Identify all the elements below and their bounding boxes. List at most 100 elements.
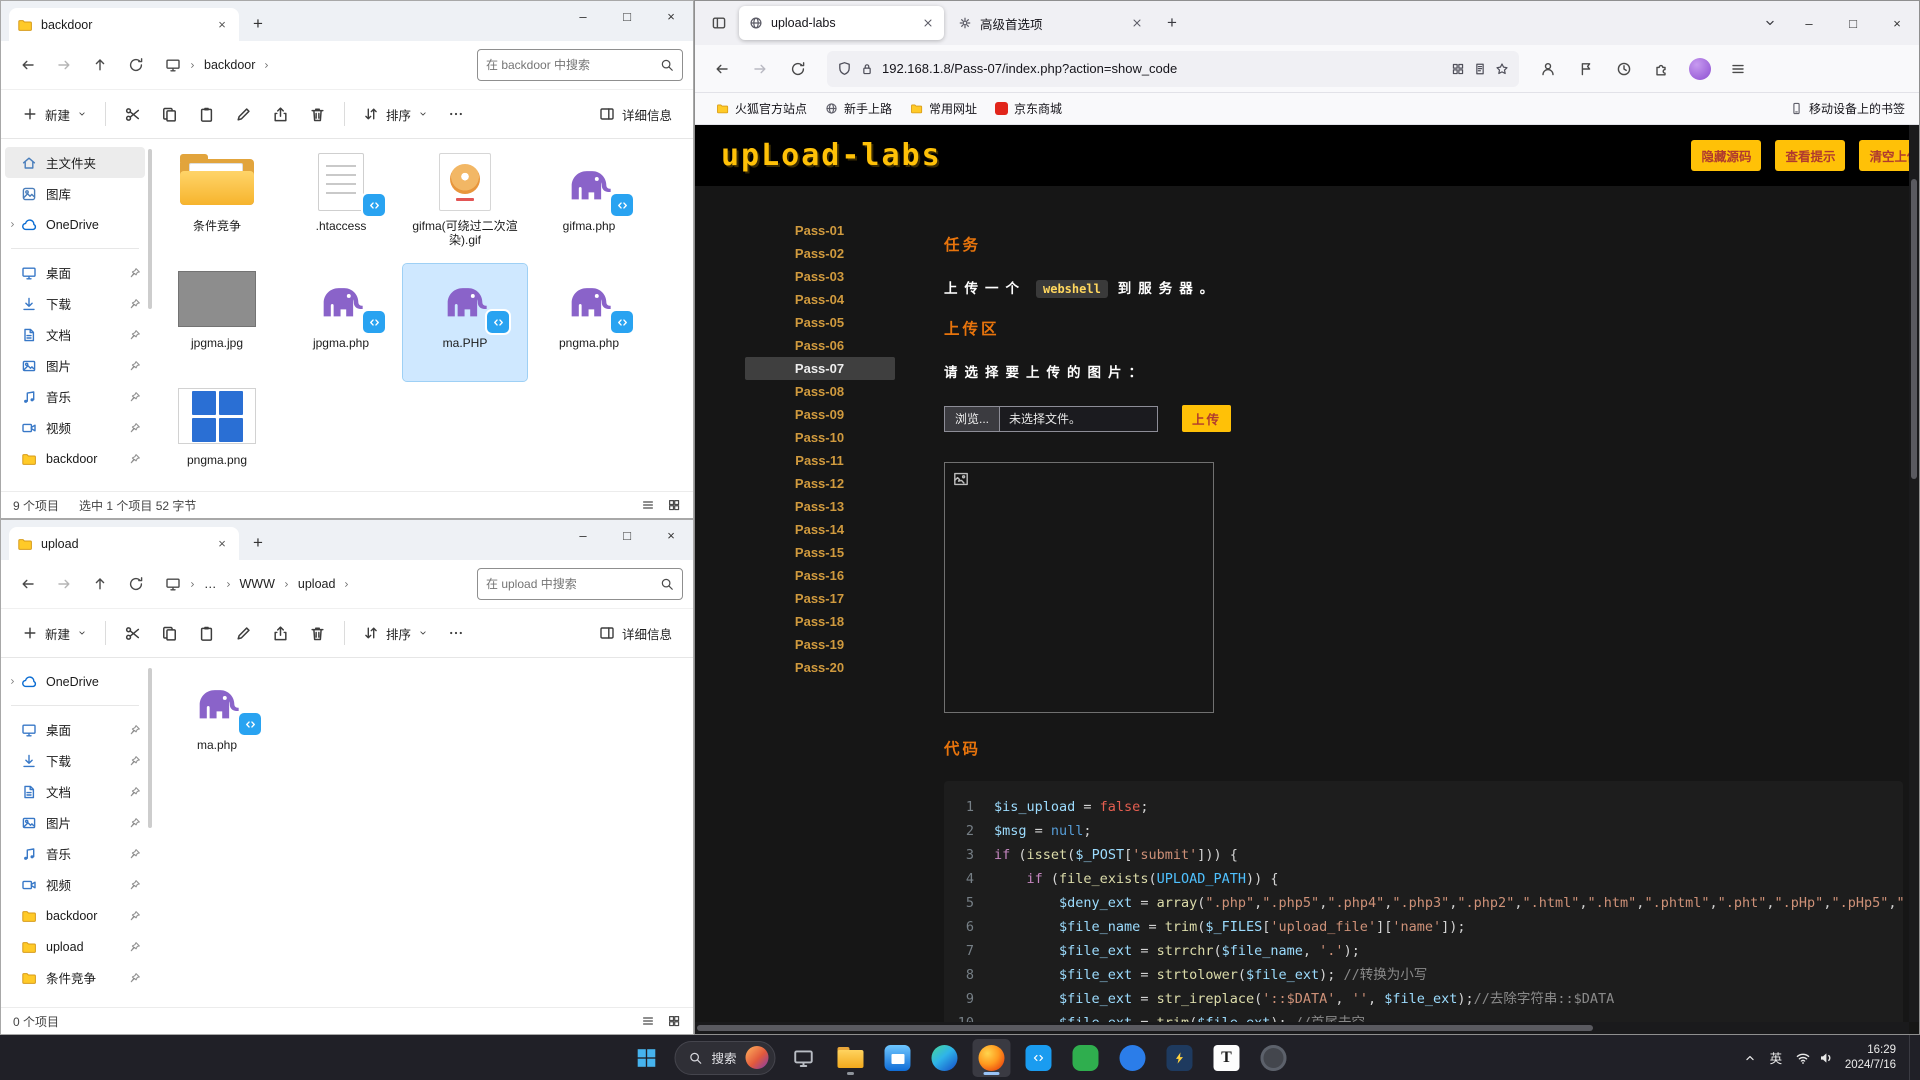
file-gifma(可绕过二次渲染).gif[interactable]: gifma(可绕过二次渲染).gif: [403, 147, 527, 264]
sidebar-item-backdoor[interactable]: backdoor: [5, 900, 145, 931]
bookmark-火狐官方站点[interactable]: 火狐官方站点: [709, 96, 814, 121]
sidebar-item-backdoor[interactable]: backdoor: [5, 443, 145, 474]
view-hint-button[interactable]: 查看提示: [1775, 140, 1846, 171]
nav-pass-08[interactable]: Pass-08: [745, 380, 895, 403]
nav-pass-09[interactable]: Pass-09: [745, 403, 895, 426]
share-button[interactable]: [263, 618, 298, 649]
show-desktop-button[interactable]: [1909, 1035, 1912, 1080]
rename-button[interactable]: [226, 99, 261, 130]
details-pane-button[interactable]: 详细信息: [590, 617, 681, 650]
sidebar-item-下载[interactable]: 下载: [5, 745, 145, 776]
delete-button[interactable]: [300, 618, 335, 649]
hide-source-button[interactable]: 隐藏源码: [1691, 140, 1762, 171]
expand-chevron-icon[interactable]: [8, 677, 17, 686]
taskbar-app-microsoft-store[interactable]: [879, 1039, 917, 1077]
taskbar-app-dark-app[interactable]: [1255, 1039, 1293, 1077]
nav-pass-04[interactable]: Pass-04: [745, 288, 895, 311]
maximize-button[interactable]: □: [605, 520, 649, 550]
icons-view-icon[interactable]: [667, 498, 681, 512]
horizontal-scrollbar[interactable]: [695, 1022, 1909, 1034]
maximize-button[interactable]: □: [605, 1, 649, 31]
delete-button[interactable]: [300, 99, 335, 130]
history-button[interactable]: [1607, 52, 1641, 86]
browse-button[interactable]: 浏览...: [945, 406, 1001, 431]
icons-view-icon[interactable]: [667, 1014, 681, 1028]
sidebar-item-OneDrive[interactable]: OneDrive: [5, 209, 145, 240]
nav-pass-20[interactable]: Pass-20: [745, 656, 895, 679]
rename-button[interactable]: [226, 618, 261, 649]
new-button[interactable]: 新建: [13, 98, 96, 131]
address-bar[interactable]: [827, 50, 1519, 87]
back-button[interactable]: [705, 52, 739, 86]
nav-pass-01[interactable]: Pass-01: [745, 219, 895, 242]
refresh-button[interactable]: [119, 568, 153, 600]
scrollbar-thumb[interactable]: [697, 1025, 1593, 1031]
new-tab-button[interactable]: +: [1157, 8, 1187, 38]
file-gifma.php[interactable]: gifma.php: [527, 147, 651, 264]
file-input[interactable]: 浏览... 未选择文件。: [944, 405, 1158, 432]
paste-button[interactable]: [189, 618, 224, 649]
breadcrumb-item[interactable]: WWW: [240, 577, 275, 591]
details-view-icon[interactable]: [641, 498, 655, 512]
nav-pass-19[interactable]: Pass-19: [745, 633, 895, 656]
nav-pass-11[interactable]: Pass-11: [745, 449, 895, 472]
network-icon[interactable]: [1795, 1050, 1811, 1066]
details-pane-button[interactable]: 详细信息: [590, 98, 681, 131]
bookmark-新手上路[interactable]: 新手上路: [818, 96, 899, 121]
sort-button[interactable]: 排序: [354, 98, 437, 131]
tray-expand-button[interactable]: [1743, 1051, 1757, 1065]
connection-security-icon[interactable]: [860, 62, 874, 76]
close-button[interactable]: ×: [1875, 1, 1919, 45]
list-all-tabs-button[interactable]: [1763, 16, 1777, 30]
close-button[interactable]: ×: [649, 520, 693, 550]
forward-button[interactable]: [47, 49, 81, 81]
nav-pass-12[interactable]: Pass-12: [745, 472, 895, 495]
sidebar-item-upload[interactable]: upload: [5, 931, 145, 962]
breadcrumb-item[interactable]: backdoor: [204, 58, 255, 72]
file-ma.PHP[interactable]: ma.PHP: [402, 263, 528, 382]
sidebar-item-OneDrive[interactable]: OneDrive: [5, 666, 145, 697]
firefox-view-button[interactable]: [703, 7, 735, 39]
qr-scan-icon[interactable]: [1451, 62, 1465, 76]
file-pngma.php[interactable]: pngma.php: [527, 264, 651, 381]
taskbar-app-file-explorer[interactable]: [832, 1039, 870, 1077]
nav-pass-03[interactable]: Pass-03: [745, 265, 895, 288]
taskbar-app-blue-app[interactable]: [1114, 1039, 1152, 1077]
profile-avatar[interactable]: [1683, 52, 1717, 86]
sidebar-item-条件竞争[interactable]: 条件竞争: [5, 962, 145, 993]
sidebar-item-音乐[interactable]: 音乐: [5, 381, 145, 412]
taskbar-app-firefox[interactable]: [972, 1038, 1011, 1077]
details-view-icon[interactable]: [641, 1014, 655, 1028]
nav-pass-15[interactable]: Pass-15: [745, 541, 895, 564]
sidebar-item-视频[interactable]: 视频: [5, 869, 145, 900]
file-.htaccess[interactable]: .htaccess: [279, 147, 403, 264]
bookmark-京东商城[interactable]: 京东商城: [988, 96, 1069, 121]
file-jpgma.php[interactable]: jpgma.php: [279, 264, 403, 381]
nav-pass-13[interactable]: Pass-13: [745, 495, 895, 518]
cut-button[interactable]: [115, 618, 150, 649]
breadcrumb[interactable]: backdoor: [155, 48, 475, 82]
explorer-tab-backdoor[interactable]: backdoor ×: [9, 8, 239, 41]
more-button[interactable]: [439, 99, 473, 129]
breadcrumb[interactable]: … WWW upload: [155, 567, 475, 601]
search-input[interactable]: [486, 58, 660, 72]
new-tab-button[interactable]: +: [245, 530, 271, 556]
sidebar-item-图片[interactable]: 图片: [5, 350, 145, 381]
nav-pass-06[interactable]: Pass-06: [745, 334, 895, 357]
nav-pass-10[interactable]: Pass-10: [745, 426, 895, 449]
tab-close-icon[interactable]: [1131, 17, 1143, 29]
tracking-protection-icon[interactable]: [837, 61, 852, 76]
up-button[interactable]: [83, 568, 117, 600]
taskbar-app-remote-monitor[interactable]: [785, 1039, 823, 1077]
pocket-button[interactable]: [1569, 52, 1603, 86]
file-条件竞争[interactable]: 条件竞争: [155, 147, 279, 264]
explorer-tab-upload[interactable]: upload ×: [9, 527, 239, 560]
sidebar-item-主文件夹[interactable]: 主文件夹: [5, 147, 145, 178]
tab-close-icon[interactable]: ×: [213, 535, 231, 553]
file-ma.php[interactable]: ma.php: [155, 666, 279, 783]
url-input[interactable]: [882, 61, 1443, 76]
taskbar-app-edge[interactable]: [926, 1039, 964, 1077]
breadcrumb-item[interactable]: upload: [298, 577, 336, 591]
taskbar-app-typora[interactable]: T: [1208, 1039, 1246, 1077]
more-button[interactable]: [439, 618, 473, 648]
